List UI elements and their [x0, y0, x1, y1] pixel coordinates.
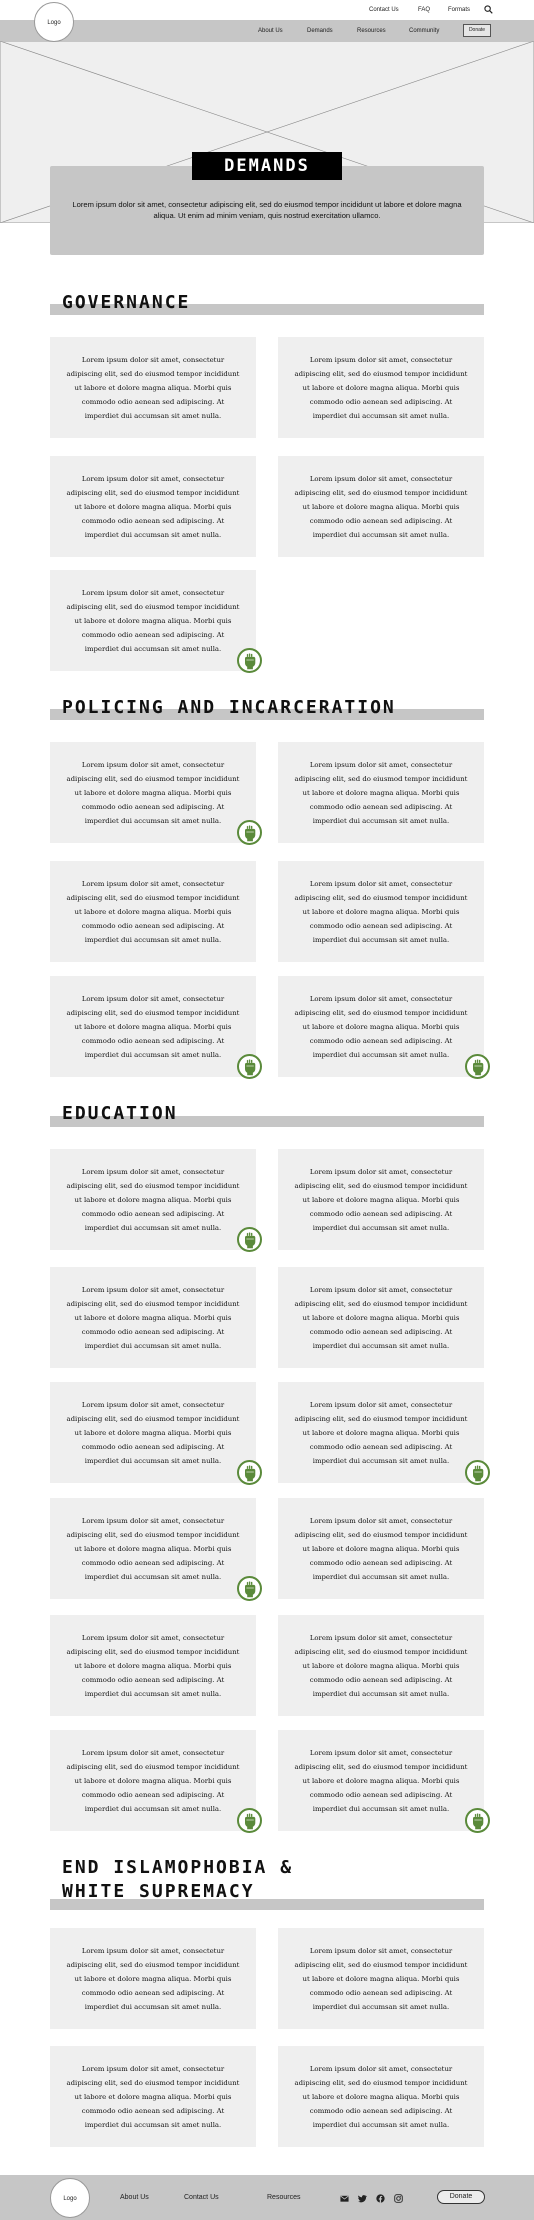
demand-card-text: Lorem ipsum dolor sit amet, consectetur … — [66, 1517, 240, 1581]
footer-contact-us-link[interactable]: Contact Us — [184, 2194, 219, 2201]
demand-card: Lorem ipsum dolor sit amet, consectetur … — [50, 861, 256, 962]
demand-card: Lorem ipsum dolor sit amet, consectetur … — [50, 1382, 256, 1483]
demand-card-text: Lorem ipsum dolor sit amet, consectetur … — [66, 1634, 240, 1698]
main-nav: About Us Demands Resources Community — [0, 20, 534, 41]
donate-button-header[interactable]: Donate — [463, 24, 491, 37]
section-heading: EDUCATION — [62, 1103, 178, 1124]
nav-resources[interactable]: Resources — [357, 28, 386, 34]
demand-card: Lorem ipsum dolor sit amet, consectetur … — [278, 337, 484, 438]
demand-card: Lorem ipsum dolor sit amet, consectetur … — [278, 1498, 484, 1599]
demand-card: Lorem ipsum dolor sit amet, consectetur … — [278, 1382, 484, 1483]
footer: Logo About Us Contact Us Resources Donat… — [0, 2175, 534, 2220]
demand-card-text: Lorem ipsum dolor sit amet, consectetur … — [294, 1947, 468, 2011]
demand-card-text: Lorem ipsum dolor sit amet, consectetur … — [294, 1168, 468, 1232]
raised-fist-icon — [237, 1227, 262, 1252]
demand-card-text: Lorem ipsum dolor sit amet, consectetur … — [294, 880, 468, 944]
raised-fist-icon — [237, 820, 262, 845]
demand-card: Lorem ipsum dolor sit amet, consectetur … — [278, 1149, 484, 1250]
demand-card-text: Lorem ipsum dolor sit amet, consectetur … — [66, 2065, 240, 2129]
demand-card: Lorem ipsum dolor sit amet, consectetur … — [278, 456, 484, 557]
demand-card: Lorem ipsum dolor sit amet, consectetur … — [278, 861, 484, 962]
demand-card: Lorem ipsum dolor sit amet, consectetur … — [278, 742, 484, 843]
demand-card-text: Lorem ipsum dolor sit amet, consectetur … — [66, 589, 240, 653]
demand-card-text: Lorem ipsum dolor sit amet, consectetur … — [66, 1401, 240, 1465]
raised-fist-icon — [237, 1808, 262, 1833]
hero-intro-text: Lorem ipsum dolor sit amet, consectetur … — [72, 200, 462, 220]
donate-button-footer[interactable]: Donate — [437, 2190, 485, 2204]
raised-fist-icon — [237, 1576, 262, 1601]
raised-fist-icon — [465, 1460, 490, 1485]
demand-card: Lorem ipsum dolor sit amet, consectetur … — [278, 1615, 484, 1716]
footer-logo[interactable]: Logo — [50, 2178, 90, 2218]
section-heading: GOVERNANCE — [62, 292, 191, 313]
raised-fist-icon — [237, 1460, 262, 1485]
utility-bar: Contact Us FAQ Formats — [0, 0, 534, 20]
demand-card-text: Lorem ipsum dolor sit amet, consectetur … — [66, 356, 240, 420]
demand-card-text: Lorem ipsum dolor sit amet, consectetur … — [294, 2065, 468, 2129]
demand-card: Lorem ipsum dolor sit amet, consectetur … — [278, 1928, 484, 2029]
demand-card: Lorem ipsum dolor sit amet, consectetur … — [278, 1730, 484, 1831]
demand-card: Lorem ipsum dolor sit amet, consectetur … — [50, 456, 256, 557]
demand-card-text: Lorem ipsum dolor sit amet, consectetur … — [294, 1286, 468, 1350]
demand-card: Lorem ipsum dolor sit amet, consectetur … — [50, 976, 256, 1077]
demand-card-text: Lorem ipsum dolor sit amet, consectetur … — [66, 761, 240, 825]
demand-card-text: Lorem ipsum dolor sit amet, consectetur … — [66, 1947, 240, 2011]
demand-card-text: Lorem ipsum dolor sit amet, consectetur … — [66, 475, 240, 539]
demand-card: Lorem ipsum dolor sit amet, consectetur … — [278, 1267, 484, 1368]
section-heading: END ISLAMOPHOBIA & WHITE SUPREMACY — [62, 1857, 294, 1902]
contact-us-link[interactable]: Contact Us — [369, 7, 399, 13]
demand-card-text: Lorem ipsum dolor sit amet, consectetur … — [66, 1286, 240, 1350]
twitter-icon[interactable] — [358, 2194, 367, 2203]
demand-card: Lorem ipsum dolor sit amet, consectetur … — [50, 2046, 256, 2147]
demand-card-text: Lorem ipsum dolor sit amet, consectetur … — [66, 995, 240, 1059]
demand-card: Lorem ipsum dolor sit amet, consectetur … — [278, 976, 484, 1077]
demand-card: Lorem ipsum dolor sit amet, consectetur … — [50, 742, 256, 843]
footer-about-us-link[interactable]: About Us — [120, 2194, 149, 2201]
demand-card-text: Lorem ipsum dolor sit amet, consectetur … — [294, 475, 468, 539]
demand-card: Lorem ipsum dolor sit amet, consectetur … — [50, 1498, 256, 1599]
section-heading: POLICING AND INCARCERATION — [62, 697, 396, 718]
footer-resources-link[interactable]: Resources — [267, 2194, 300, 2201]
formats-link[interactable]: Formats — [448, 7, 470, 13]
demand-card: Lorem ipsum dolor sit amet, consectetur … — [278, 2046, 484, 2147]
raised-fist-icon — [465, 1054, 490, 1079]
page-title: DEMANDS — [192, 152, 342, 180]
demand-card-text: Lorem ipsum dolor sit amet, consectetur … — [294, 356, 468, 420]
demand-card: Lorem ipsum dolor sit amet, consectetur … — [50, 1928, 256, 2029]
demand-card: Lorem ipsum dolor sit amet, consectetur … — [50, 1267, 256, 1368]
demand-card-text: Lorem ipsum dolor sit amet, consectetur … — [294, 1401, 468, 1465]
demand-card-text: Lorem ipsum dolor sit amet, consectetur … — [66, 880, 240, 944]
nav-demands[interactable]: Demands — [307, 28, 333, 34]
demand-card-text: Lorem ipsum dolor sit amet, consectetur … — [294, 761, 468, 825]
raised-fist-icon — [237, 648, 262, 673]
instagram-icon[interactable] — [394, 2194, 403, 2203]
demand-card-text: Lorem ipsum dolor sit amet, consectetur … — [294, 1634, 468, 1698]
demand-card-text: Lorem ipsum dolor sit amet, consectetur … — [294, 995, 468, 1059]
demand-card-text: Lorem ipsum dolor sit amet, consectetur … — [294, 1517, 468, 1581]
facebook-icon[interactable] — [376, 2194, 385, 2203]
demand-card-text: Lorem ipsum dolor sit amet, consectetur … — [66, 1168, 240, 1232]
nav-about-us[interactable]: About Us — [258, 28, 283, 34]
demand-card: Lorem ipsum dolor sit amet, consectetur … — [50, 570, 256, 671]
search-icon[interactable] — [484, 5, 493, 14]
email-icon[interactable] — [340, 2194, 349, 2203]
raised-fist-icon — [237, 1054, 262, 1079]
demand-card: Lorem ipsum dolor sit amet, consectetur … — [50, 1149, 256, 1250]
demand-card-text: Lorem ipsum dolor sit amet, consectetur … — [66, 1749, 240, 1813]
logo[interactable]: Logo — [34, 2, 74, 42]
nav-community[interactable]: Community — [409, 28, 439, 34]
demand-card: Lorem ipsum dolor sit amet, consectetur … — [50, 1730, 256, 1831]
demand-card-text: Lorem ipsum dolor sit amet, consectetur … — [294, 1749, 468, 1813]
faq-link[interactable]: FAQ — [418, 7, 430, 13]
demand-card: Lorem ipsum dolor sit amet, consectetur … — [50, 337, 256, 438]
demand-card: Lorem ipsum dolor sit amet, consectetur … — [50, 1615, 256, 1716]
raised-fist-icon — [465, 1808, 490, 1833]
